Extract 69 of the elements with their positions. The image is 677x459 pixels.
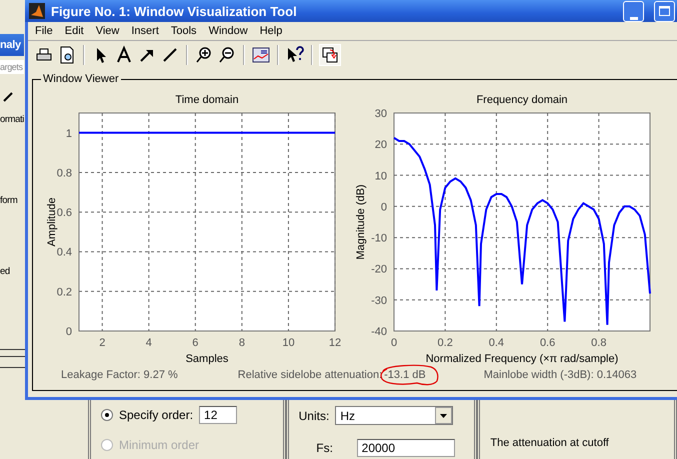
tick-label: 0.8	[56, 167, 72, 180]
window-title: Figure No. 1: Window Visualization Tool	[51, 4, 298, 18]
tick-label: 4	[146, 337, 152, 349]
tick-label: 0	[390, 337, 398, 349]
tick-label: 2	[99, 337, 106, 349]
leakage-text: Leakage Factor: 9.27 %	[61, 369, 178, 381]
radio-label: Specify order:	[119, 408, 194, 422]
tick-label: 0.6	[56, 207, 72, 220]
caret-icon	[435, 407, 452, 424]
tick-label: 0	[66, 326, 72, 338]
tick-label: 1	[66, 128, 72, 140]
tick-label: 0.6	[540, 337, 556, 349]
tick-label: -10	[371, 232, 387, 245]
menu-item[interactable]: Help	[254, 25, 288, 37]
label-text: ed	[0, 266, 10, 277]
menu-item[interactable]: File	[30, 25, 58, 37]
help-pointer-icon[interactable]	[285, 45, 305, 65]
text-icon[interactable]	[114, 45, 134, 65]
chart-window-icon[interactable]	[251, 45, 271, 65]
app-logo-icon	[29, 3, 45, 19]
units-label: Units:	[298, 408, 330, 422]
minimize-icon	[630, 14, 638, 20]
axis-label: Magnitude (dB)	[355, 184, 367, 260]
radio-label: Minimum order	[119, 438, 200, 452]
search-field[interactable]: argets	[0, 60, 24, 74]
tick-label: 6	[192, 337, 198, 349]
minimize-button[interactable]	[623, 0, 644, 22]
note-text: The attenuation at cutoff	[490, 437, 610, 449]
chart-title: Frequency domain	[476, 94, 568, 106]
order-field[interactable]: 12	[199, 406, 238, 424]
sidelobe-label: Relative sidelobe attenuation:	[238, 369, 382, 381]
tick-label: 20	[374, 139, 387, 152]
sidelobe-value: -13.1 dB	[384, 369, 426, 381]
fs-field[interactable]: 20000	[356, 439, 455, 457]
menu-item[interactable]: View	[90, 25, 124, 37]
tick-label: 0	[380, 201, 387, 214]
label-text: form	[0, 195, 18, 206]
axis-label: Samples	[186, 353, 228, 365]
chart-title: Time domain	[175, 94, 239, 106]
tick-label: 12	[328, 337, 342, 349]
tick-label: -30	[371, 294, 387, 307]
maximize-icon	[659, 6, 670, 16]
tick-label: 0.2	[56, 286, 72, 298]
toolbar-icon[interactable]	[2, 91, 14, 103]
tick-label: 30	[374, 108, 387, 120]
menu-item[interactable]: Window	[204, 25, 253, 37]
dock-window-icon[interactable]	[319, 44, 341, 66]
axis-label: Normalized Frequency (×π rad/sample)	[426, 353, 618, 365]
axis-label: Amplitude	[46, 198, 58, 246]
tick-label: 0.4	[488, 337, 504, 349]
menu-item[interactable]: Insert	[126, 25, 164, 37]
tick-label: -40	[371, 326, 387, 338]
tick-label: 0.8	[591, 337, 606, 349]
units-dropdown[interactable]: Hz	[335, 406, 454, 425]
panel-title: Window Viewer	[41, 73, 121, 85]
tick-label: -20	[371, 264, 387, 276]
menu-item[interactable]: Tools	[166, 25, 202, 37]
menu-item[interactable]: Edit	[60, 25, 89, 37]
tick-label: 0.4	[56, 246, 72, 259]
fs-label: Fs:	[315, 441, 334, 455]
tick-label: 10	[282, 337, 295, 349]
mainlobe-text: Mainlobe width (-3dB): 0.14063	[484, 369, 637, 381]
tick-label: 10	[374, 170, 387, 182]
radio-button[interactable]	[101, 409, 113, 421]
window-title: naly	[0, 34, 24, 56]
tick-label: 0.2	[438, 337, 453, 349]
tick-label: 8	[238, 337, 245, 349]
maximize-button[interactable]	[654, 0, 675, 22]
label-text: ormati	[0, 114, 24, 125]
